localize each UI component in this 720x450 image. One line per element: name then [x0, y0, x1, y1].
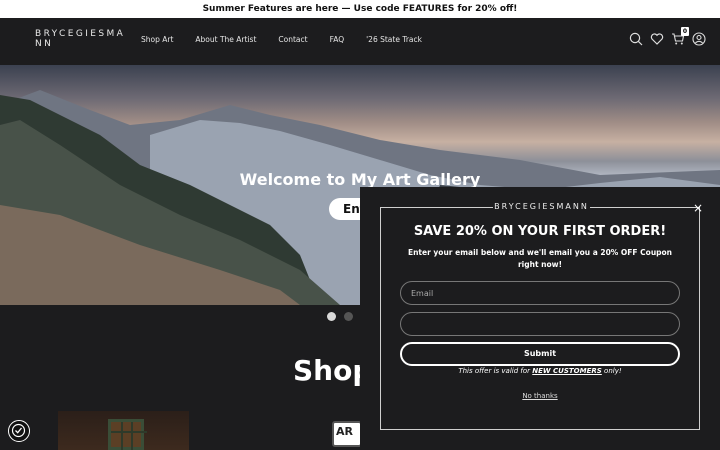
offer-note: This offer is valid for NEW CUSTOMERS on… — [380, 367, 700, 375]
offer-prefix: This offer is valid for — [458, 367, 533, 375]
slider-dot-1[interactable] — [327, 312, 336, 321]
art-badge-logo: AR — [332, 421, 362, 447]
product-thumbnail[interactable] — [58, 411, 189, 450]
heart-icon[interactable] — [650, 31, 664, 45]
email-field[interactable] — [400, 281, 680, 305]
nav-contact[interactable]: Contact — [278, 35, 307, 44]
accessibility-icon[interactable] — [8, 420, 30, 442]
header-icons: 0 — [629, 27, 706, 46]
submit-button[interactable]: Submit — [400, 342, 680, 366]
frame-top-left — [380, 207, 493, 208]
announcement-bar: Summer Features are here — Use code FEAT… — [0, 0, 720, 18]
nav-about-the-artist[interactable]: About The Artist — [195, 35, 256, 44]
frame-top-right — [590, 207, 700, 208]
popup-brand: BRYCEGIESMANN — [494, 202, 589, 211]
slider-dots — [327, 312, 353, 321]
account-icon[interactable] — [692, 31, 706, 46]
popup-subtext: Enter your email below and we'll email y… — [407, 248, 673, 269]
main-nav: Shop Art About The Artist Contact FAQ '2… — [141, 35, 444, 44]
offer-emphasis: NEW CUSTOMERS — [532, 367, 602, 375]
cart-count-badge: 0 — [681, 27, 689, 36]
nav-state-track[interactable]: '26 State Track — [366, 35, 422, 44]
no-thanks-link[interactable]: No thanks — [520, 393, 560, 400]
slider-dot-2[interactable] — [344, 312, 353, 321]
site-logo[interactable]: BRYCEGIESMANN — [35, 29, 130, 49]
cart-icon[interactable]: 0 — [671, 27, 689, 45]
site-header: BRYCEGIESMANN Shop Art About The Artist … — [0, 18, 720, 65]
search-icon[interactable] — [629, 31, 643, 46]
product-image — [108, 419, 147, 450]
email-signup-popup: BRYCEGIESMANN × SAVE 20% ON YOUR FIRST O… — [360, 187, 720, 450]
close-icon[interactable]: × — [693, 201, 703, 215]
popup-heading: SAVE 20% ON YOUR FIRST ORDER! — [413, 224, 667, 239]
nav-shop-art[interactable]: Shop Art — [141, 35, 173, 44]
offer-suffix: only! — [601, 367, 622, 375]
secondary-field[interactable] — [400, 312, 680, 336]
nav-faq[interactable]: FAQ — [330, 35, 345, 44]
